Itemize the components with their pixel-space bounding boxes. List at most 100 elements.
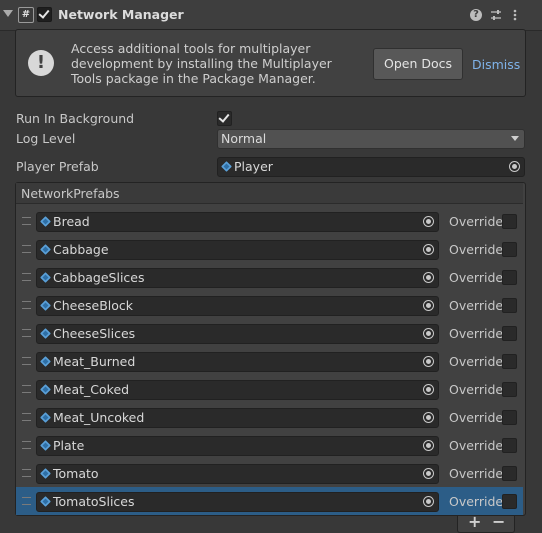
prefab-object-field[interactable]: TomatoSlices xyxy=(36,492,439,512)
remove-element-button[interactable]: − xyxy=(492,512,505,531)
list-item[interactable]: Cabbage Override xyxy=(16,235,523,263)
list-item[interactable]: CheeseSlices Override xyxy=(16,319,523,347)
prefab-object-field[interactable]: Tomato xyxy=(36,464,439,484)
kebab-menu-icon[interactable] xyxy=(508,8,522,22)
override-label: Override xyxy=(449,326,504,341)
script-icon: # xyxy=(18,7,34,23)
prefab-object-field[interactable]: CheeseSlices xyxy=(36,324,439,344)
prefab-object-field[interactable]: Meat_Burned xyxy=(36,352,439,372)
component-enabled-checkbox[interactable] xyxy=(37,7,52,22)
drag-handle-icon[interactable] xyxy=(22,273,31,281)
prefab-icon xyxy=(40,328,51,339)
object-picker-icon[interactable] xyxy=(423,300,434,311)
object-picker-icon[interactable] xyxy=(423,412,434,423)
override-checkbox[interactable] xyxy=(502,438,517,453)
object-picker-icon[interactable] xyxy=(423,384,434,395)
drag-handle-icon[interactable] xyxy=(22,441,31,449)
drag-handle-icon[interactable] xyxy=(22,217,31,225)
log-level-dropdown[interactable]: Normal xyxy=(217,129,525,149)
override-label: Override xyxy=(449,242,504,257)
prefab-icon xyxy=(40,272,51,283)
drag-handle-icon[interactable] xyxy=(22,245,31,253)
override-checkbox[interactable] xyxy=(502,494,517,509)
prefab-object-field[interactable]: Meat_Coked xyxy=(36,380,439,400)
object-picker-icon[interactable] xyxy=(423,244,434,255)
drag-handle-icon[interactable] xyxy=(22,413,31,421)
object-picker-icon[interactable] xyxy=(423,356,434,367)
prefab-icon xyxy=(40,468,51,479)
prefab-name: Meat_Burned xyxy=(53,354,136,369)
object-picker-icon[interactable] xyxy=(423,216,434,227)
prefab-name: CheeseBlock xyxy=(53,298,134,313)
list-item[interactable]: TomatoSlices Override xyxy=(16,487,523,515)
run-in-background-checkbox[interactable] xyxy=(217,111,232,126)
override-checkbox[interactable] xyxy=(502,270,517,285)
drag-handle-icon[interactable] xyxy=(22,357,31,365)
override-checkbox[interactable] xyxy=(502,410,517,425)
info-icon: ! xyxy=(28,50,54,76)
prefab-object-field[interactable]: Cabbage xyxy=(36,240,439,260)
prefab-name: TomatoSlices xyxy=(53,494,135,509)
drag-handle-icon[interactable] xyxy=(22,329,31,337)
dismiss-link[interactable]: Dismiss xyxy=(472,57,520,72)
prefab-object-field[interactable]: CabbageSlices xyxy=(36,268,439,288)
object-picker-icon[interactable] xyxy=(423,440,434,451)
list-item[interactable]: Meat_Uncoked Override xyxy=(16,403,523,431)
drag-handle-icon[interactable] xyxy=(22,469,31,477)
object-picker-icon[interactable] xyxy=(423,328,434,339)
prefab-name: Meat_Coked xyxy=(53,382,130,397)
prefab-icon xyxy=(40,216,51,227)
help-icon[interactable]: ? xyxy=(470,9,482,21)
prefab-name: Plate xyxy=(53,438,85,453)
player-prefab-field[interactable]: Player xyxy=(217,157,525,177)
override-label: Override xyxy=(449,270,504,285)
prefab-name: Bread xyxy=(53,214,90,229)
prefab-name: Tomato xyxy=(53,466,99,481)
drag-handle-icon[interactable] xyxy=(22,385,31,393)
component-title: Network Manager xyxy=(58,7,184,22)
presets-icon[interactable] xyxy=(489,8,503,22)
object-picker-icon[interactable] xyxy=(423,496,434,507)
prefab-object-field[interactable]: Meat_Uncoked xyxy=(36,408,439,428)
dropdown-arrow-icon xyxy=(511,136,519,141)
override-label: Override xyxy=(449,494,504,509)
list-item[interactable]: Meat_Coked Override xyxy=(16,375,523,403)
override-checkbox[interactable] xyxy=(502,326,517,341)
list-item[interactable]: Tomato Override xyxy=(16,459,523,487)
object-picker-icon[interactable] xyxy=(423,468,434,479)
drag-handle-icon[interactable] xyxy=(22,301,31,309)
override-label: Override xyxy=(449,438,504,453)
override-label: Override xyxy=(449,466,504,481)
prefab-name: Meat_Uncoked xyxy=(53,410,145,425)
override-checkbox[interactable] xyxy=(502,298,517,313)
add-element-button[interactable]: + xyxy=(468,512,481,531)
checkmark-icon xyxy=(218,111,230,123)
run-in-background-label: Run In Background xyxy=(16,111,135,126)
prefab-object-field[interactable]: Bread xyxy=(36,212,439,232)
override-checkbox[interactable] xyxy=(502,354,517,369)
list-item[interactable]: CheeseBlock Override xyxy=(16,291,523,319)
checkmark-icon xyxy=(38,7,50,19)
prefab-icon xyxy=(40,356,51,367)
object-picker-icon[interactable] xyxy=(423,272,434,283)
list-item[interactable]: Bread Override xyxy=(16,207,523,235)
drag-handle-icon[interactable] xyxy=(22,497,31,505)
override-label: Override xyxy=(449,410,504,425)
list-item[interactable]: Plate Override xyxy=(16,431,523,459)
list-item[interactable]: Meat_Burned Override xyxy=(16,347,523,375)
prefab-icon xyxy=(221,161,232,172)
object-picker-icon[interactable] xyxy=(509,161,520,172)
log-level-value: Normal xyxy=(221,131,267,146)
override-checkbox[interactable] xyxy=(502,214,517,229)
open-docs-button[interactable]: Open Docs xyxy=(373,48,463,80)
override-checkbox[interactable] xyxy=(502,242,517,257)
override-label: Override xyxy=(449,298,504,313)
override-checkbox[interactable] xyxy=(502,466,517,481)
foldout-arrow-icon[interactable] xyxy=(3,10,13,17)
override-checkbox[interactable] xyxy=(502,382,517,397)
log-level-label: Log Level xyxy=(16,131,76,146)
prefab-object-field[interactable]: CheeseBlock xyxy=(36,296,439,316)
prefab-object-field[interactable]: Plate xyxy=(36,436,439,456)
prefab-name: CheeseSlices xyxy=(53,326,136,341)
list-item[interactable]: CabbageSlices Override xyxy=(16,263,523,291)
